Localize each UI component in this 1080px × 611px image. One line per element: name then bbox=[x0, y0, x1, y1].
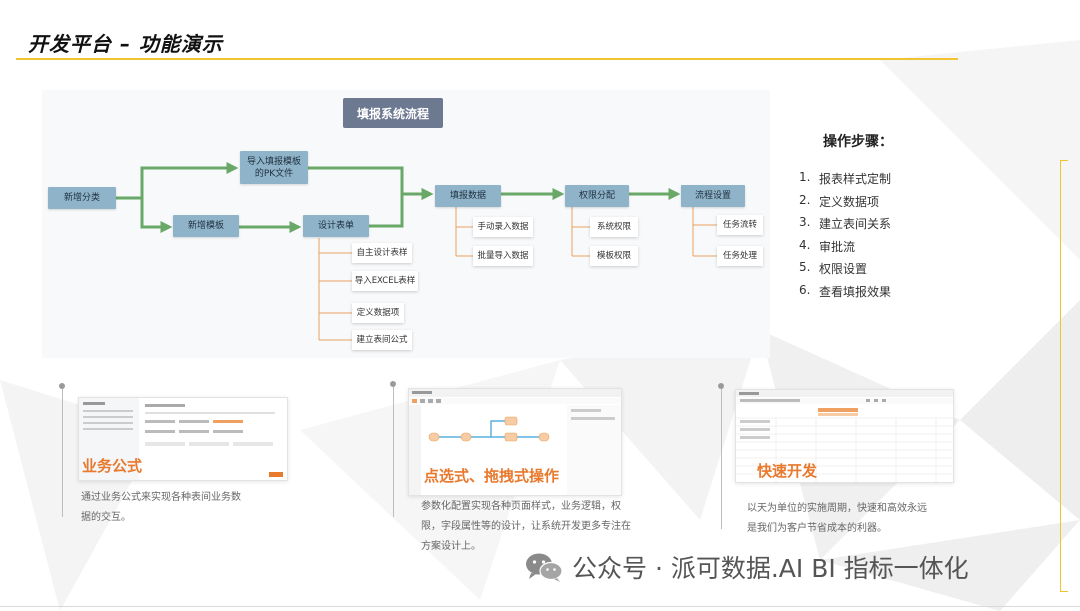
steps-bracket bbox=[1060, 160, 1061, 592]
step-item: 1. 报表样式定制 bbox=[799, 170, 892, 186]
step-item: 4. 审批流 bbox=[799, 237, 856, 254]
node-design-form: 设计表单 bbox=[303, 215, 369, 237]
node-fill-data: 填报数据 bbox=[435, 185, 501, 207]
subnode-process-1: 任务流转 bbox=[717, 215, 763, 235]
step-item: 3. 建立表间关系 bbox=[799, 215, 892, 232]
flow-diagram: 填报系统流程 新增分类 导入填报模板的PK文件 新增模板 设计表单 填报数据 权… bbox=[42, 90, 770, 358]
timeline-line bbox=[721, 389, 722, 529]
feature-description: 参数化配置实现各种页面样式，业务逻辑，权限，字段属性等的设计，让系统开发更多专注… bbox=[421, 501, 631, 552]
subnode-permission-1: 系统权限 bbox=[590, 217, 638, 237]
wechat-icon bbox=[526, 553, 563, 582]
timeline-line bbox=[62, 389, 63, 517]
page-title: 开发平台 – 功能演示 bbox=[28, 32, 223, 56]
subnode-design-3: 定义数据项 bbox=[352, 303, 404, 323]
watermark: 公众号 · 派可数据.AI BI 指标一体化 bbox=[524, 549, 969, 585]
timeline-line bbox=[393, 387, 394, 517]
node-permission: 权限分配 bbox=[565, 185, 629, 207]
node-add-category: 新增分类 bbox=[48, 187, 116, 209]
node-add-template: 新增模板 bbox=[173, 215, 239, 237]
watermark-text: 公众号 · 派可数据.AI BI 指标一体化 bbox=[572, 554, 969, 583]
step-item: 5. 权限设置 bbox=[799, 260, 868, 277]
flow-connectors bbox=[116, 162, 717, 341]
feature-heading: 点选式、拖拽式操作 bbox=[424, 467, 560, 485]
feature-description: 以天为单位的实施周期，快速和高效永远是我们为客户节省成本的利器。 bbox=[747, 503, 927, 534]
subnode-design-1: 自主设计表样 bbox=[352, 243, 412, 263]
steps-bracket-tick-bottom bbox=[1060, 591, 1068, 592]
feature-description: 通过业务公式来实现各种表间业务数据的交互。 bbox=[81, 492, 241, 523]
subnode-fill-1: 手动录入数据 bbox=[473, 217, 533, 237]
subnode-design-4: 建立表间公式 bbox=[352, 330, 412, 350]
step-item: 2. 定义数据项 bbox=[799, 192, 880, 209]
subnode-process-2: 任务处理 bbox=[717, 246, 763, 266]
subnode-fill-2: 批量导入数据 bbox=[473, 246, 533, 266]
steps-list: 1. 报表样式定制 2. 定义数据项 3. 建立表间关系 4. 审批流 5. 权限设置 6… bbox=[799, 170, 891, 306]
step-item: 6. 查看填报效果 bbox=[799, 282, 892, 299]
flow-title: 填报系统流程 bbox=[343, 98, 443, 128]
page-bottom-line bbox=[0, 606, 1080, 607]
subnode-design-2: 导入EXCEL表样 bbox=[352, 271, 418, 291]
feature-heading: 业务公式 bbox=[82, 457, 143, 475]
steps-bracket-tick-top bbox=[1060, 160, 1068, 161]
node-import-template: 导入填报模板的PK文件 bbox=[240, 151, 308, 184]
subnode-permission-2: 模板权限 bbox=[590, 246, 638, 266]
node-process-setup: 流程设置 bbox=[681, 185, 745, 207]
steps-title: 操作步骤： bbox=[823, 134, 893, 150]
feature-heading: 快速开发 bbox=[757, 462, 818, 480]
title-underline bbox=[16, 58, 958, 60]
